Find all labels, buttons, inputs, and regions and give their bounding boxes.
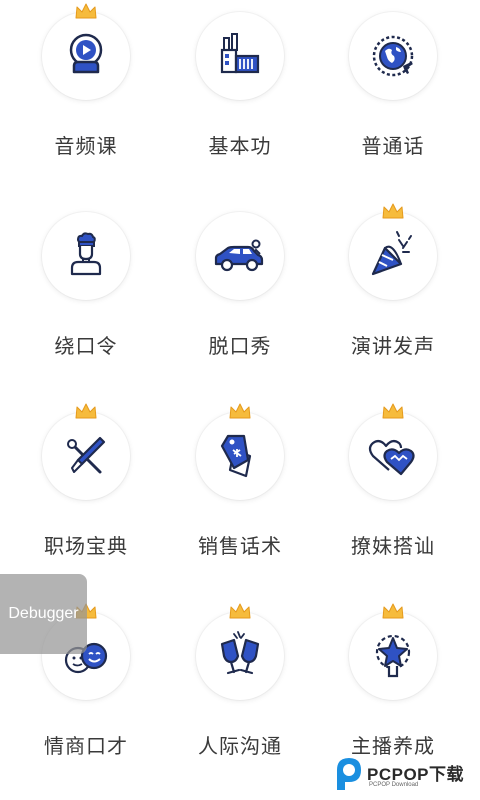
course-item-workplace[interactable]: 职场宝典 — [9, 396, 163, 596]
cheers-glasses-icon — [220, 631, 260, 675]
course-icon-circle[interactable] — [196, 412, 284, 500]
course-icon-circle[interactable] — [42, 12, 130, 100]
course-item-mandarin[interactable]: 普通话 — [316, 0, 470, 196]
course-item-communication[interactable]: 人际沟通 — [163, 596, 317, 796]
course-item-audio[interactable]: 音频课 — [9, 0, 163, 196]
car-icon — [214, 239, 264, 272]
course-icon-circle[interactable] — [349, 612, 437, 700]
course-label: 撩妹搭讪 — [351, 534, 435, 558]
crown-icon — [75, 3, 97, 19]
course-icon-circle[interactable] — [196, 612, 284, 700]
debugger-button[interactable]: Debugger — [0, 574, 87, 654]
course-label: 绕口令 — [54, 334, 118, 358]
course-icon-circle[interactable] — [196, 12, 284, 100]
course-icon-circle[interactable] — [349, 212, 437, 300]
crown-icon — [75, 403, 97, 419]
chef-person-icon — [70, 232, 102, 276]
course-label: 销售话术 — [198, 534, 282, 558]
audio-course-icon — [69, 33, 103, 74]
course-item-talk-show[interactable]: 脱口秀 — [163, 196, 317, 396]
course-item-speech[interactable]: 演讲发声 — [316, 196, 470, 396]
two-hearts-icon — [368, 439, 415, 476]
course-icon-circle[interactable] — [349, 12, 437, 100]
watermark-brand-cn: 下载 — [429, 765, 465, 784]
crossed-tools-icon — [67, 436, 106, 474]
course-label: 演讲发声 — [351, 334, 435, 358]
crown-icon — [382, 203, 404, 219]
star-trophy-icon — [375, 634, 411, 678]
course-item-basics[interactable]: 基本功 — [163, 0, 317, 196]
course-item-flirting[interactable]: 撩妹搭讪 — [316, 396, 470, 596]
course-icon-circle[interactable] — [196, 212, 284, 300]
course-label: 职场宝典 — [44, 534, 128, 558]
crown-icon — [382, 403, 404, 419]
crown-icon — [229, 603, 251, 619]
course-label: 音频课 — [54, 134, 118, 158]
price-tag-icon — [220, 434, 252, 478]
factory-icon — [220, 33, 260, 74]
pcpop-logo-icon — [337, 758, 361, 790]
course-grid: 音频课 基本功 普通话 绕口令 脱口秀 演讲发声 职场宝典 销售话术 撩妹搭讪 … — [0, 0, 480, 800]
course-label: 情商口才 — [44, 734, 128, 758]
pcpop-watermark: PCPOP下载 PCPOP Download — [333, 754, 480, 796]
course-icon-circle[interactable] — [349, 412, 437, 500]
course-label: 普通话 — [361, 134, 425, 158]
course-label: 脱口秀 — [208, 334, 272, 358]
course-item-sales[interactable]: 销售话术 — [163, 396, 317, 596]
watermark-subtitle: PCPOP Download — [369, 782, 419, 788]
course-label: 基本功 — [208, 134, 272, 158]
course-icon-circle[interactable] — [42, 412, 130, 500]
course-label: 人际沟通 — [198, 734, 282, 758]
course-item-tongue-twister[interactable]: 绕口令 — [9, 196, 163, 396]
course-icon-circle[interactable] — [42, 212, 130, 300]
crown-icon — [229, 403, 251, 419]
globe-airplane-icon — [372, 35, 414, 77]
crown-icon — [382, 603, 404, 619]
party-popper-icon — [371, 231, 412, 276]
